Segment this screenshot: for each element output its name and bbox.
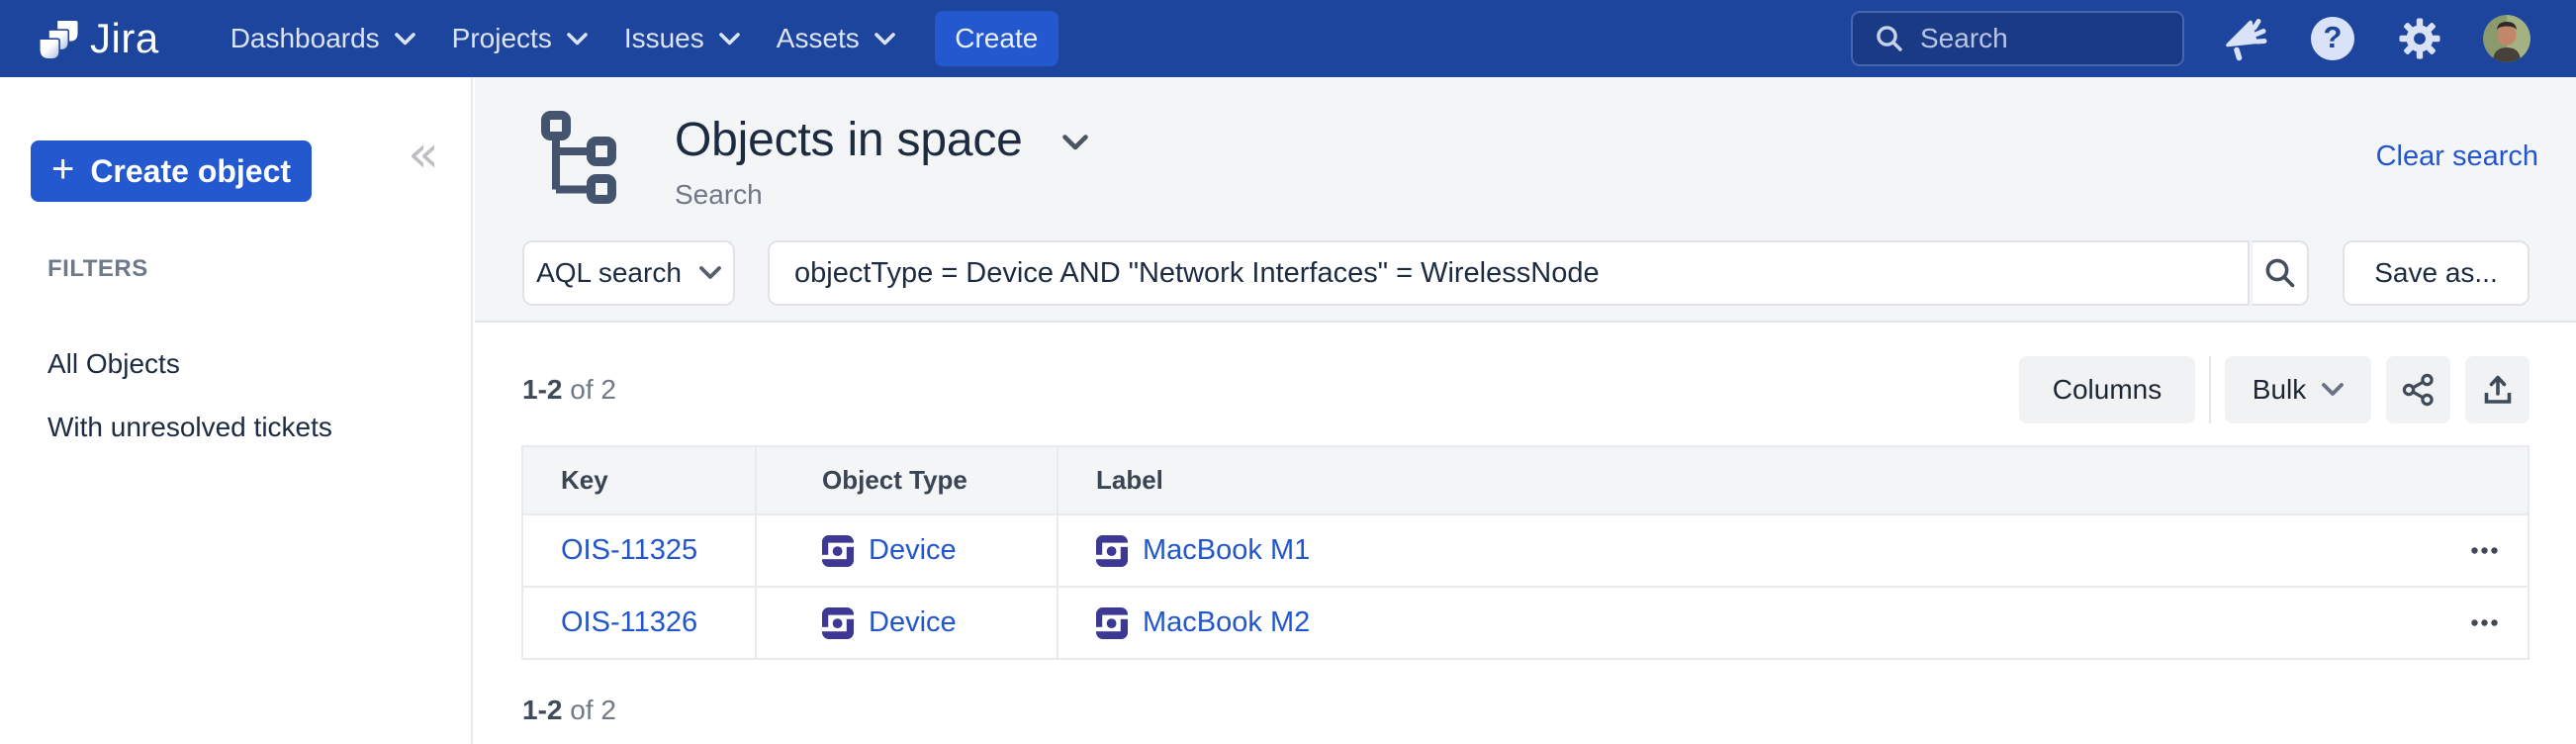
object-type-icon bbox=[1096, 535, 1128, 567]
chevron-down-icon bbox=[719, 33, 740, 46]
left-sidebar: + Create object « FILTERS All Objects Wi… bbox=[0, 77, 473, 744]
object-type-icon bbox=[822, 607, 854, 639]
save-as-button[interactable]: Save as... bbox=[2343, 240, 2530, 306]
title-row: Objects in space bbox=[675, 113, 1088, 167]
pagination-count: 1-2 of 2 bbox=[522, 695, 616, 726]
export-button[interactable] bbox=[2465, 356, 2530, 423]
chevron-down-icon bbox=[699, 266, 721, 280]
page-title: Objects in space bbox=[675, 113, 1023, 167]
brand-name: Jira bbox=[90, 15, 159, 62]
key-cell: OIS-11325 bbox=[523, 515, 755, 586]
ellipsis-icon bbox=[2471, 619, 2498, 626]
jira-logo-icon bbox=[39, 17, 78, 60]
object-key-link[interactable]: OIS-11325 bbox=[561, 534, 697, 567]
object-schema-icon bbox=[541, 111, 616, 204]
ellipsis-icon bbox=[2471, 547, 2498, 554]
sidebar-item-with-unresolved-tickets[interactable]: With unresolved tickets bbox=[47, 412, 332, 443]
export-icon bbox=[2480, 372, 2516, 408]
search-input[interactable] bbox=[1920, 23, 2148, 54]
question-circle-icon: ? bbox=[2310, 16, 2355, 61]
sidebar-item-all-objects[interactable]: All Objects bbox=[47, 348, 180, 380]
row-actions-button[interactable] bbox=[2471, 547, 2498, 554]
object-type-icon bbox=[822, 535, 854, 567]
top-navbar: Jira Dashboards Projects Issues Assets C… bbox=[0, 0, 2576, 77]
objects-table: Key Object Type Label OIS-11325 bbox=[521, 445, 2530, 660]
object-label-link[interactable]: MacBook M1 bbox=[1143, 534, 1310, 567]
create-button[interactable]: Create bbox=[935, 11, 1058, 66]
object-type-icon bbox=[1096, 607, 1128, 639]
title-chevron-down-icon[interactable] bbox=[1062, 135, 1088, 151]
avatar bbox=[2483, 15, 2530, 62]
gear-icon bbox=[2397, 16, 2442, 61]
nav-item-issues[interactable]: Issues bbox=[624, 23, 740, 54]
aql-search-button[interactable] bbox=[2252, 240, 2309, 306]
object-type-link[interactable]: Device bbox=[869, 534, 957, 567]
main-content: Objects in space Search Clear search AQL… bbox=[475, 77, 2576, 744]
create-object-button[interactable]: + Create object bbox=[31, 140, 312, 202]
search-icon bbox=[1875, 24, 1904, 53]
chevron-down-icon bbox=[874, 33, 895, 46]
results-actions: Columns Bulk bbox=[2019, 356, 2530, 423]
object-type-link[interactable]: Device bbox=[869, 606, 957, 639]
aql-mode-dropdown[interactable]: AQL search bbox=[522, 240, 735, 306]
share-icon bbox=[2401, 372, 2437, 408]
object-type-cell: Device bbox=[755, 515, 1057, 586]
search-icon bbox=[2263, 256, 2297, 290]
help-button[interactable]: ? bbox=[2307, 13, 2358, 64]
table-row: OIS-11326 Device bbox=[523, 586, 2528, 658]
clear-search-link[interactable]: Clear search bbox=[2376, 140, 2538, 173]
key-cell: OIS-11326 bbox=[523, 588, 755, 658]
label-cell: MacBook M1 bbox=[1057, 515, 2528, 586]
chevron-down-icon bbox=[395, 33, 415, 46]
column-header-key[interactable]: Key bbox=[523, 447, 755, 513]
jira-brand[interactable]: Jira bbox=[39, 15, 159, 62]
global-search[interactable] bbox=[1851, 11, 2184, 66]
nav-item-assets[interactable]: Assets bbox=[777, 23, 895, 54]
nav-item-projects[interactable]: Projects bbox=[452, 23, 588, 54]
label-cell: MacBook M2 bbox=[1057, 588, 2528, 658]
filters-heading: FILTERS bbox=[47, 255, 148, 283]
settings-button[interactable] bbox=[2394, 13, 2445, 64]
user-menu[interactable] bbox=[2481, 13, 2532, 64]
results-toolbar: 1-2 of 2 Columns Bulk bbox=[522, 356, 2530, 423]
megaphone-icon bbox=[2223, 16, 2268, 61]
column-header-label[interactable]: Label bbox=[1057, 447, 2528, 513]
chevron-down-icon bbox=[2322, 383, 2344, 397]
table-header-row: Key Object Type Label bbox=[523, 447, 2528, 513]
navbar-right: ? bbox=[1851, 11, 2532, 66]
table-row: OIS-11325 Device bbox=[523, 513, 2528, 586]
toolbar-divider bbox=[2209, 356, 2211, 423]
chevron-down-icon bbox=[567, 33, 588, 46]
aql-query-input[interactable] bbox=[768, 240, 2250, 306]
page-subtitle: Search bbox=[675, 179, 763, 211]
object-key-link[interactable]: OIS-11326 bbox=[561, 606, 697, 639]
columns-button[interactable]: Columns bbox=[2019, 356, 2195, 423]
announcements-button[interactable] bbox=[2220, 13, 2271, 64]
main-navigation: Dashboards Projects Issues Assets bbox=[230, 23, 895, 54]
bulk-dropdown-button[interactable]: Bulk bbox=[2225, 356, 2371, 423]
object-label-link[interactable]: MacBook M2 bbox=[1143, 606, 1310, 639]
object-type-cell: Device bbox=[755, 588, 1057, 658]
share-button[interactable] bbox=[2386, 356, 2450, 423]
result-count: 1-2 of 2 bbox=[522, 374, 616, 406]
row-actions-button[interactable] bbox=[2471, 619, 2498, 626]
column-header-object-type[interactable]: Object Type bbox=[755, 447, 1057, 513]
nav-item-dashboards[interactable]: Dashboards bbox=[230, 23, 415, 54]
svg-text:?: ? bbox=[2324, 20, 2343, 54]
plus-icon: + bbox=[51, 149, 74, 189]
aql-search-bar: AQL search Save as... bbox=[522, 240, 2530, 306]
collapse-sidebar-button[interactable]: « bbox=[408, 129, 439, 180]
page-header: Objects in space Search Clear search AQL… bbox=[475, 77, 2576, 323]
